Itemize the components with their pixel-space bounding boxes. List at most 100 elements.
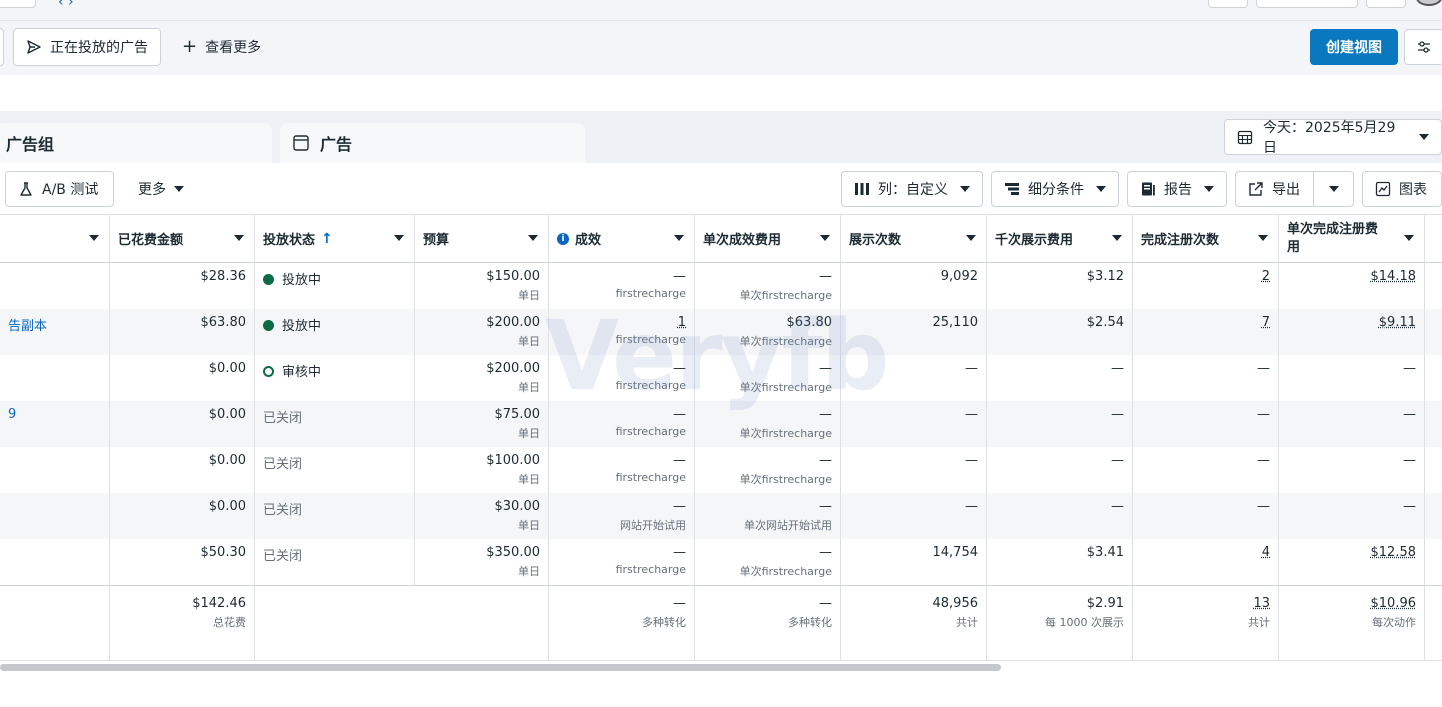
tab-ads[interactable]: 广告 [280,123,585,163]
running-ads-label: 正在投放的广告 [50,37,148,57]
cpm-value: — [1111,453,1124,468]
chart-label: 图表 [1399,179,1427,199]
partial-cell [1425,263,1442,309]
budget-value: $150.00 [486,269,540,284]
date-range-picker[interactable]: 今天：2025年5月29日 [1224,119,1442,155]
breakdown-dropdown[interactable]: 细分条件 [991,171,1119,207]
result-cell: — firstrecharge [549,401,695,447]
info-icon[interactable]: i [557,233,569,245]
result-type: firstrecharge [557,379,686,392]
cost-per-result-type: 单次firstrecharge [703,563,832,579]
see-more-button[interactable]: + 查看更多 [170,28,273,66]
partial-button[interactable] [1208,0,1248,8]
column-header-cost-per-registration[interactable]: 单次完成注册费用 [1279,215,1425,263]
ab-test-button[interactable]: A/B 测试 [5,171,114,207]
running-ads-button[interactable]: 正在投放的广告 [13,28,161,66]
export-button[interactable]: 导出 [1235,171,1354,207]
budget-cell[interactable]: $75.00 单日 [415,401,549,447]
horizontal-scrollbar[interactable] [0,664,1001,671]
cost-per-registration-cell: — [1279,401,1425,447]
impressions-cell: — [841,355,987,401]
tab-ads-label: 广告 [320,131,352,155]
tab-adsets[interactable]: 广告组 [0,123,272,163]
registrations-value: — [1257,407,1270,422]
name-cell[interactable] [0,263,110,309]
cpm-value: $3.12 [1087,269,1124,284]
result-value: — [673,407,686,422]
column-header-spent[interactable]: 已花费金额 [110,215,255,263]
partial-button[interactable] [1366,0,1406,8]
avatar[interactable] [1416,0,1442,6]
column-header-impressions[interactable]: 展示次数 [841,215,987,263]
chart-icon [1375,181,1391,197]
table-row[interactable]: 告副本 $63.80 投放中 $200.00 单日 1 firstrecharge $63.8… [0,309,1442,355]
table-row[interactable]: $0.00 已关闭 $100.00 单日 — firstrecharge — 单次firstr… [0,447,1442,493]
column-header-delivery[interactable]: 投放状态 ↑ [255,215,415,263]
partial-button[interactable] [0,0,36,8]
budget-cell[interactable]: $200.00 单日 [415,309,549,355]
budget-cell[interactable]: $30.00 单日 [415,493,549,539]
table-row[interactable]: $28.36 投放中 $150.00 单日 — firstrecharge — 单次first… [0,263,1442,309]
impressions-value: — [965,407,978,422]
chart-button[interactable]: 图表 [1362,171,1442,207]
column-header-partial[interactable] [1425,215,1442,263]
report-dropdown[interactable]: 报告 [1127,171,1227,207]
name-cell[interactable]: 告副本 [0,309,110,355]
registrations-cell: — [1133,447,1279,493]
sort-caret-icon [528,235,538,241]
header-label: 单次完成注册费用 [1287,221,1387,256]
status-cell: 投放中 [255,263,415,309]
ad-name-link[interactable]: 9 [8,407,16,422]
budget-cell[interactable]: $100.00 单日 [415,447,549,493]
columns-dropdown[interactable]: 列：自定义 [841,171,983,207]
column-header-cpm[interactable]: 千次展示费用 [987,215,1133,263]
column-header-results[interactable]: i 成效 [549,215,695,263]
sort-caret-icon [1404,235,1414,241]
status-cell: 已关闭 [255,401,415,447]
export-options-toggle[interactable] [1313,172,1353,206]
top-strip: ‹ › [0,0,1442,21]
budget-cell[interactable]: $350.00 单日 [415,539,549,585]
ad-name-link[interactable]: 告副本 [8,319,47,334]
name-cell[interactable] [0,447,110,493]
more-label: 更多 [138,179,166,199]
breakdown-label: 细分条件 [1028,179,1088,199]
name-cell[interactable] [0,355,110,401]
column-header-name[interactable] [0,215,110,263]
impressions-cell: 14,754 [841,539,987,585]
status-cell: 已关闭 [255,493,415,539]
result-cell: — firstrecharge [549,355,695,401]
status-label: 审核中 [282,365,321,380]
calendar-icon [1237,129,1253,145]
view-settings-button[interactable] [1404,29,1442,65]
spacer [0,75,1442,111]
registrations-cell: 2 [1133,263,1279,309]
budget-cell[interactable]: $200.00 单日 [415,355,549,401]
name-cell[interactable] [0,493,110,539]
table-row[interactable]: $0.00 审核中 $200.00 单日 — firstrecharge — 单次firstr… [0,355,1442,401]
create-view-button[interactable]: 创建视图 [1310,29,1398,65]
column-header-cost-per-result[interactable]: 单次成效费用 [695,215,841,263]
impressions-value: 14,754 [933,545,979,560]
table-row[interactable]: 9 $0.00 已关闭 $75.00 单日 — firstrecharge — 单次firstr… [0,401,1442,447]
header-label: 投放状态 [263,229,315,248]
table-row[interactable]: $50.30 已关闭 $350.00 单日 — firstrecharge — 单次first… [0,539,1442,585]
partial-button[interactable] [1256,0,1358,8]
column-header-registrations[interactable]: 完成注册次数 [1133,215,1279,263]
spent-value: $0.00 [209,453,246,468]
cpm-value: $2.54 [1087,315,1124,330]
cost-per-registration-cell: — [1279,447,1425,493]
name-cell[interactable]: 9 [0,401,110,447]
columns-label: 列：自定义 [878,179,952,199]
table-row[interactable]: $0.00 已关闭 $30.00 单日 — 网站开始试用 — 单次网站开始试用 — — — — [0,493,1442,539]
cpm-cell: — [987,401,1133,447]
partial-view-button[interactable] [0,28,4,66]
column-header-budget[interactable]: 预算 [415,215,549,263]
budget-cell[interactable]: $150.00 单日 [415,263,549,309]
more-dropdown[interactable]: 更多 [126,171,196,207]
partial-cell [1425,493,1442,539]
budget-type: 单日 [423,333,540,349]
partial-icon: ‹ › [58,0,74,10]
chevron-down-icon [174,186,184,192]
name-cell[interactable] [0,539,110,585]
